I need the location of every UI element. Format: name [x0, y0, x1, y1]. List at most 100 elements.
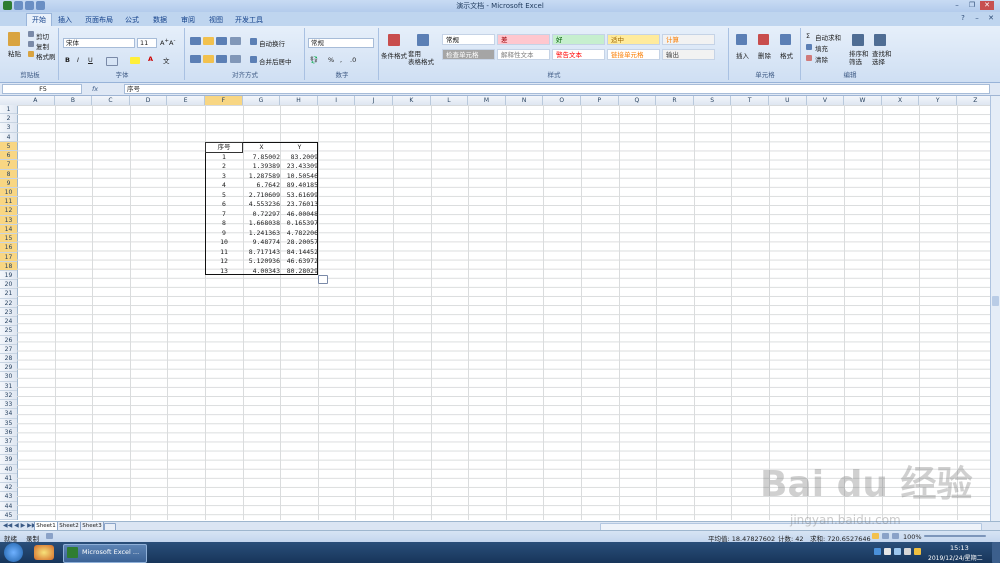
column-header-K[interactable]: K: [393, 96, 431, 105]
table-cell[interactable]: 9: [206, 229, 242, 238]
tray-flag-icon[interactable]: [914, 548, 921, 555]
row-header-16[interactable]: 16: [0, 243, 17, 253]
column-header-L[interactable]: L: [431, 96, 469, 105]
tab-insert[interactable]: 插入: [53, 14, 77, 26]
table-cell[interactable]: 28.20057: [281, 238, 318, 247]
row-header-19[interactable]: 19: [0, 271, 17, 281]
row-header-36[interactable]: 36: [0, 428, 17, 437]
table-format-icon[interactable]: [417, 34, 429, 46]
table-cell[interactable]: 0.72297: [243, 210, 280, 219]
sheet-nav-icon[interactable]: ◀◀ ◀ ▶ ▶▶: [3, 522, 36, 529]
column-header-R[interactable]: R: [656, 96, 694, 105]
font-color-icon[interactable]: A: [148, 55, 153, 63]
column-header-I[interactable]: I: [318, 96, 356, 105]
copy-icon[interactable]: [28, 41, 34, 47]
show-desktop-button[interactable]: [992, 542, 1000, 563]
table-cell[interactable]: 10: [206, 238, 242, 247]
normal-view-icon[interactable]: [872, 533, 879, 539]
table-cell[interactable]: 5.120936: [243, 257, 280, 266]
page-break-view-icon[interactable]: [892, 533, 899, 539]
column-header-Y[interactable]: Y: [919, 96, 957, 105]
row-header-31[interactable]: 31: [0, 382, 17, 391]
tab-formulas[interactable]: 公式: [120, 14, 144, 26]
table-cell[interactable]: 11: [206, 248, 242, 257]
row-header-27[interactable]: 27: [0, 345, 17, 354]
row-header-44[interactable]: 44: [0, 502, 17, 511]
table-cell[interactable]: 5: [206, 191, 242, 200]
table-cell[interactable]: 23.76013: [281, 200, 318, 209]
table-cell[interactable]: 53.61699: [281, 191, 318, 200]
column-header-M[interactable]: M: [468, 96, 506, 105]
number-format-select[interactable]: 常规: [308, 38, 374, 48]
ribbon-minimize-icon[interactable]: –: [970, 14, 984, 23]
fill-button[interactable]: 填充: [815, 43, 828, 53]
autosum-icon[interactable]: Σ: [806, 32, 810, 40]
align-bottom-icon[interactable]: [216, 37, 227, 45]
table-cell[interactable]: 23.43309: [281, 162, 318, 171]
row-header-29[interactable]: 29: [0, 363, 17, 373]
row-header-45[interactable]: 45: [0, 511, 17, 520]
table-cell[interactable]: 1.287589: [243, 172, 280, 181]
table-cell[interactable]: 4.782206: [281, 229, 318, 238]
scroll-thumb[interactable]: [992, 296, 999, 306]
cell-style-8[interactable]: 链接单元格: [607, 49, 660, 60]
column-header-P[interactable]: P: [581, 96, 619, 105]
insert-cells-icon[interactable]: [736, 34, 747, 45]
cell-style-1[interactable]: 差: [497, 34, 550, 45]
table-format-button[interactable]: 套用 表格格式: [408, 50, 434, 66]
table-cell[interactable]: 2.710609: [243, 191, 280, 200]
cell-style-7[interactable]: 警告文本: [552, 49, 605, 60]
row-header-11[interactable]: 11: [0, 197, 17, 207]
tray-ime-icon[interactable]: [884, 548, 891, 555]
column-header-T[interactable]: T: [731, 96, 769, 105]
row-header-43[interactable]: 43: [0, 492, 17, 502]
formula-input[interactable]: 序号: [124, 84, 990, 94]
cell-style-3[interactable]: 适中: [607, 34, 660, 45]
close-icon[interactable]: ✕: [980, 1, 994, 10]
column-header-O[interactable]: O: [543, 96, 581, 105]
conditional-format-button[interactable]: 条件格式: [381, 50, 407, 60]
table-cell[interactable]: 8: [206, 219, 242, 228]
cell-style-0[interactable]: 常规: [442, 34, 495, 45]
wrap-text-icon[interactable]: [250, 38, 257, 45]
row-header-21[interactable]: 21: [0, 289, 17, 299]
row-header-39[interactable]: 39: [0, 455, 17, 465]
page-layout-view-icon[interactable]: [882, 533, 889, 539]
phonetic-icon[interactable]: 文: [163, 55, 170, 65]
border-icon[interactable]: [106, 57, 118, 66]
row-header-7[interactable]: 7: [0, 160, 17, 170]
column-header-E[interactable]: E: [167, 96, 205, 105]
row-header-18[interactable]: 18: [0, 261, 17, 271]
row-header-4[interactable]: 4: [0, 133, 17, 142]
insert-cells-button[interactable]: 插入: [736, 50, 749, 60]
paste-icon[interactable]: [8, 32, 20, 46]
table-cell[interactable]: 4.553236: [243, 200, 280, 209]
merge-icon[interactable]: [250, 56, 257, 63]
column-header-H[interactable]: H: [280, 96, 318, 105]
grow-font-icon[interactable]: A+A-: [160, 38, 175, 47]
zoom-level[interactable]: 100%: [903, 533, 922, 541]
table-header-cell[interactable]: 序号: [205, 142, 243, 153]
find-select-button[interactable]: 查找和 选择: [872, 50, 892, 66]
row-header-30[interactable]: 30: [0, 372, 17, 382]
fx-icon[interactable]: fx: [92, 85, 98, 93]
table-cell[interactable]: 89.40185: [281, 181, 318, 190]
bold-button[interactable]: B: [65, 56, 70, 64]
table-cell[interactable]: 12: [206, 257, 242, 266]
row-header-6[interactable]: 6: [0, 151, 17, 161]
tray-network-icon[interactable]: [874, 548, 881, 555]
table-cell[interactable]: 6.7642: [243, 181, 280, 190]
clock-date[interactable]: 2019/12/24/星期二: [928, 553, 983, 562]
table-cell[interactable]: 10.50546: [281, 172, 318, 181]
wrap-text-button[interactable]: 自动换行: [259, 38, 285, 48]
table-cell[interactable]: 1.39389: [243, 162, 280, 171]
tab-data[interactable]: 数据: [148, 14, 172, 26]
cell-style-2[interactable]: 好: [552, 34, 605, 45]
row-header-20[interactable]: 20: [0, 280, 17, 290]
row-header-25[interactable]: 25: [0, 326, 17, 336]
column-header-S[interactable]: S: [694, 96, 732, 105]
merge-center-button[interactable]: 合并后居中: [259, 56, 292, 66]
table-cell[interactable]: 8.717143: [243, 248, 280, 257]
column-header-A[interactable]: A: [17, 96, 55, 105]
paste-options-icon[interactable]: [318, 275, 328, 284]
